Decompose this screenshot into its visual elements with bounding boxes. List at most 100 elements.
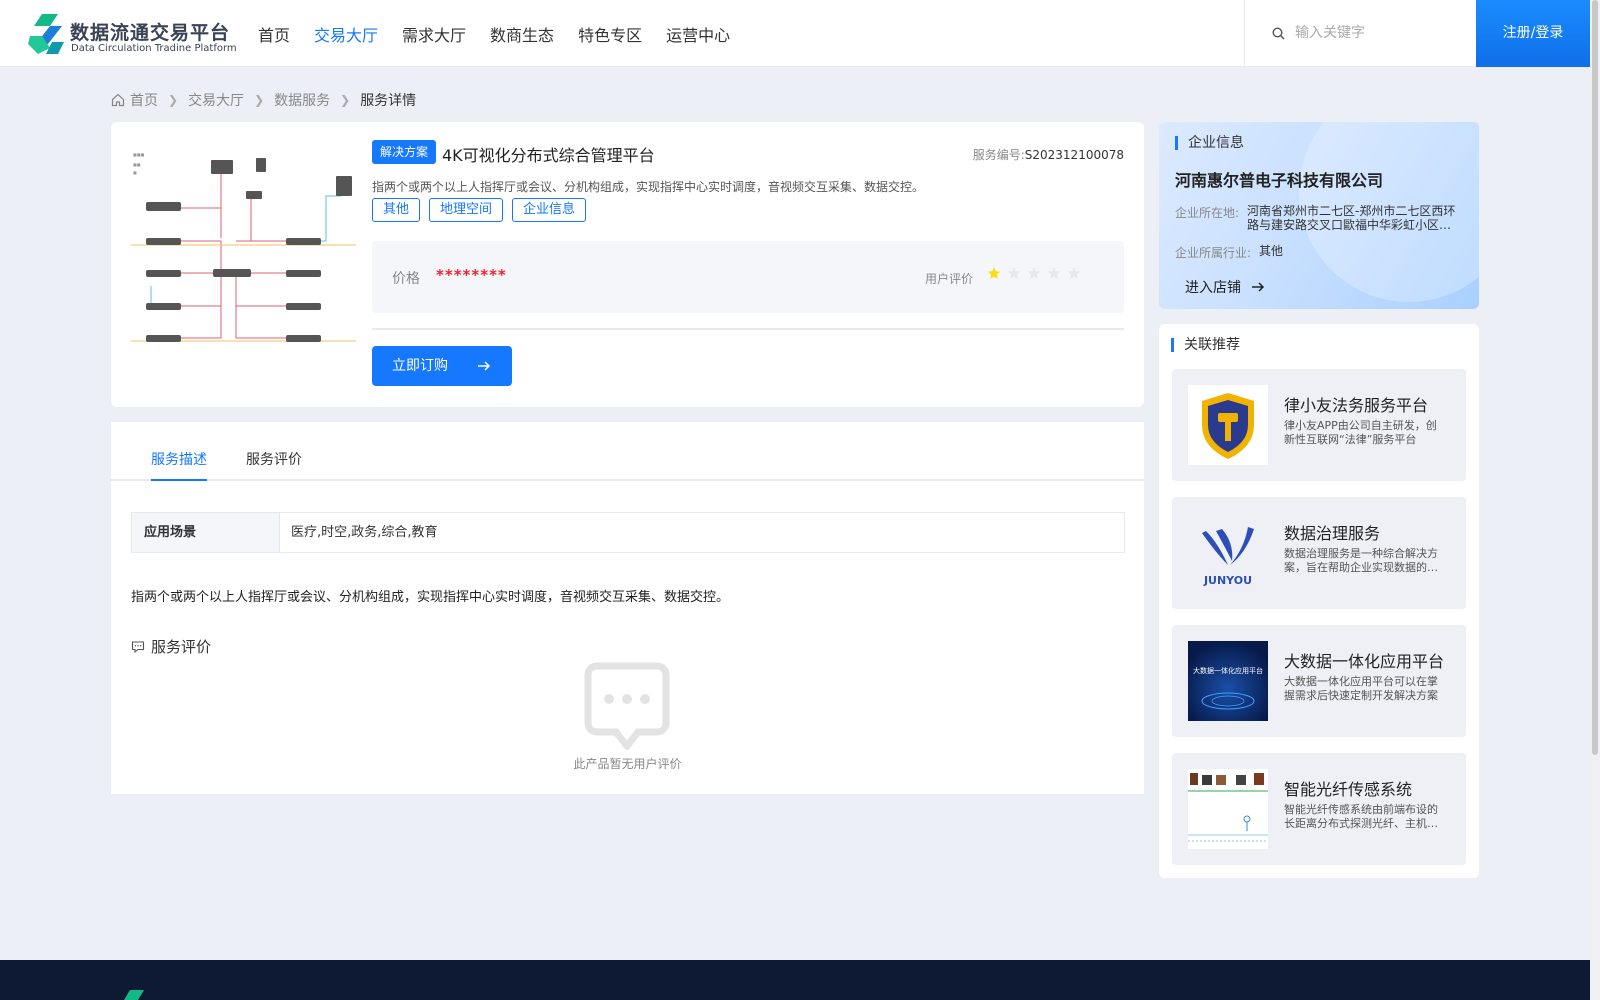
svg-text:■■■: ■■■ <box>133 152 145 157</box>
breadcrumb-trading-hall[interactable]: 交易大厅 <box>188 90 244 110</box>
recommend-item-desc: 数据治理服务是一种综合解决方案，旨在帮助企业实现数据的高效管理 <box>1284 547 1438 574</box>
arrow-right-icon <box>1252 282 1265 292</box>
junyou-logo-text: JUNYOU <box>1203 574 1252 587</box>
review-section-title: 服务评价 <box>131 636 211 657</box>
nav-ecosystem[interactable]: 数商生态 <box>490 22 554 46</box>
recommend-item-desc: 大数据一体化应用平台可以在掌握需求后快速定制开发解决方案 <box>1284 675 1438 702</box>
company-location-label: 企业所在地: <box>1175 206 1240 220</box>
nav-operations[interactable]: 运营中心 <box>666 22 730 46</box>
detail-panel: 服务描述 服务评价 应用场景 医疗,时空,政务,综合,教育 指两个或两个以上人指… <box>111 422 1144 794</box>
product-title: 4K可视化分布式综合管理平台 <box>442 146 655 165</box>
nav-home[interactable]: 首页 <box>258 22 290 46</box>
service-number-value: S202312100078 <box>1024 148 1124 162</box>
star-empty-icon <box>1007 267 1021 279</box>
platform-logo[interactable]: 数据流通交易平台 Data Circulation Tradine Platfo… <box>28 14 237 54</box>
buy-now-label: 立即订购 <box>392 358 448 374</box>
scene-table: 应用场景 医疗,时空,政务,综合,教育 <box>131 512 1125 553</box>
service-number: 服务编号:S202312100078 <box>973 146 1124 163</box>
company-location-value: 河南省郑州市二七区-郑州市二七区西环路与建安路交叉口歐福中华彩虹小区2号楼 <box>1247 204 1456 232</box>
search-input[interactable] <box>1295 20 1465 46</box>
tag-list: 其他 地理空间 企业信息 <box>372 198 595 222</box>
tag-company-info[interactable]: 企业信息 <box>512 198 587 222</box>
bigdata-banner-image: 大数据一体化应用平台 <box>1188 641 1268 721</box>
scene-label: 应用场景 <box>132 513 280 552</box>
recommend-item-desc: 律小友APP由公司自主研发，创新性互联网“法律”服务平台 <box>1284 419 1437 446</box>
tab-service-reviews[interactable]: 服务评价 <box>246 449 302 479</box>
company-name: 河南惠尔普电子科技有限公司 <box>1175 171 1384 190</box>
price-value: ******** <box>436 266 507 284</box>
network-diagram-image: ■■■■■■ <box>131 146 356 362</box>
fiber-diagram-image <box>1188 769 1268 849</box>
recommend-item-name: 智能光纤传感系统 <box>1284 780 1413 799</box>
product-description: 指两个或两个以上人指挥厅或会议、分机构组成，实现指挥中心实时调度，音视频交互采集… <box>372 180 925 194</box>
search-box <box>1244 0 1476 67</box>
enter-shop-button[interactable]: 进入店铺 <box>1185 277 1265 297</box>
tag-geospatial[interactable]: 地理空间 <box>429 198 504 222</box>
divider <box>372 328 1124 330</box>
company-location-row: 企业所在地: 河南省郑州市二七区-郑州市二七区西环路与建安路交叉口歐福中华彩虹小… <box>1175 204 1457 232</box>
enter-shop-label: 进入店铺 <box>1185 280 1241 296</box>
nav-special-zone[interactable]: 特色专区 <box>578 22 642 46</box>
recommend-item-name: 数据治理服务 <box>1284 524 1381 543</box>
recommendations-panel: 关联推荐 律小友法务服务平台 律小友APP由公司自主研发，创新性互联网“法律”服… <box>1159 324 1479 878</box>
price-box: 价格 ******** 用户评价 <box>372 241 1124 313</box>
recommend-item[interactable]: 大数据一体化应用平台 大数据一体化应用平台 大数据一体化应用平台可以在掌握需求后… <box>1172 625 1466 737</box>
recommend-item-desc: 智能光纤传感系统由前端布设的长距离分布式探测光纤、主机组成 <box>1284 803 1438 830</box>
breadcrumb-data-service[interactable]: 数据服务 <box>274 90 330 110</box>
company-info-card: 企业信息 河南惠尔普电子科技有限公司 企业所在地: 河南省郑州市二七区-郑州市二… <box>1159 122 1479 309</box>
star-empty-icon <box>1047 267 1061 279</box>
junyou-logo-icon: JUNYOU <box>1188 513 1268 593</box>
buy-now-button[interactable]: 立即订购 <box>372 346 512 386</box>
nav-trading-hall[interactable]: 交易大厅 <box>314 22 378 46</box>
page-footer <box>0 960 1590 1000</box>
chevron-right-icon: ❯ <box>168 93 179 107</box>
breadcrumb: 首页 ❯ 交易大厅 ❯ 数据服务 ❯ 服务详情 <box>111 90 416 110</box>
recommend-item[interactable]: 律小友法务服务平台 律小友APP由公司自主研发，创新性互联网“法律”服务平台 <box>1172 369 1466 481</box>
company-industry-row: 企业所属行业: 其他 <box>1175 244 1469 261</box>
product-card: ■■■ ■■ ■ 解决方案 4K可视化分布式综合管理平台 服务编号:S2023121… <box>111 122 1144 407</box>
recommend-item[interactable]: 智能光纤传感系统 智能光纤传感系统由前端布设的长距离分布式探测光纤、主机组成 <box>1172 753 1466 865</box>
detail-tabs: 服务描述 服务评价 <box>111 422 1144 481</box>
empty-comment-icon <box>584 662 670 750</box>
star-filled-icon <box>987 267 1001 279</box>
comment-icon <box>131 640 145 653</box>
arrow-right-icon <box>478 361 491 371</box>
logo-mark-icon <box>28 14 64 54</box>
rating-label: 用户评价 <box>925 272 974 286</box>
tag-other[interactable]: 其他 <box>372 198 421 222</box>
chevron-right-icon: ❯ <box>254 93 265 107</box>
recommend-item-name: 大数据一体化应用平台 <box>1284 652 1445 671</box>
category-badge: 解决方案 <box>372 140 437 164</box>
recommend-item-name: 律小友法务服务平台 <box>1284 396 1429 415</box>
login-button[interactable]: 注册/登录 <box>1476 0 1590 67</box>
svg-text:■: ■ <box>133 170 137 175</box>
company-industry-label: 企业所属行业: <box>1175 246 1252 260</box>
empty-review-text: 此产品暂无用户评价 <box>573 757 682 771</box>
shield-logo-icon <box>1188 385 1268 465</box>
scrollbar-thumb[interactable] <box>1592 0 1598 755</box>
logo-name: 数据流通交易平台 <box>70 22 231 44</box>
logo-subtitle: Data Circulation Tradine Platform <box>71 43 237 54</box>
rating-stars <box>987 266 1087 280</box>
service-number-label: 服务编号: <box>972 148 1025 162</box>
company-industry-value: 其他 <box>1259 244 1284 258</box>
scene-value: 医疗,时空,政务,综合,教育 <box>291 525 438 540</box>
top-header: 数据流通交易平台 Data Circulation Tradine Platfo… <box>0 0 1590 67</box>
breadcrumb-current: 服务详情 <box>360 93 417 109</box>
tab-service-description[interactable]: 服务描述 <box>151 449 207 481</box>
home-icon <box>111 93 125 107</box>
product-image[interactable]: ■■■ ■■ ■ <box>131 146 356 362</box>
recommend-item[interactable]: JUNYOU 数据治理服务 数据治理服务是一种综合解决方案，旨在帮助企业实现数据… <box>1172 497 1466 609</box>
chevron-right-icon: ❯ <box>340 93 351 107</box>
breadcrumb-home[interactable]: 首页 <box>130 90 158 110</box>
star-empty-icon <box>1027 267 1041 279</box>
page-scrollbar[interactable] <box>1590 0 1600 1000</box>
star-empty-icon <box>1067 267 1081 279</box>
search-icon <box>1272 27 1285 40</box>
bigdata-banner-text: 大数据一体化应用平台 <box>1193 666 1263 675</box>
footer-logo-icon <box>124 990 144 1000</box>
nav-demand-hall[interactable]: 需求大厅 <box>402 22 466 46</box>
recommend-section-title: 关联推荐 <box>1171 338 1240 352</box>
review-title: 服务评价 <box>151 638 212 656</box>
price-label: 价格 <box>392 271 420 287</box>
